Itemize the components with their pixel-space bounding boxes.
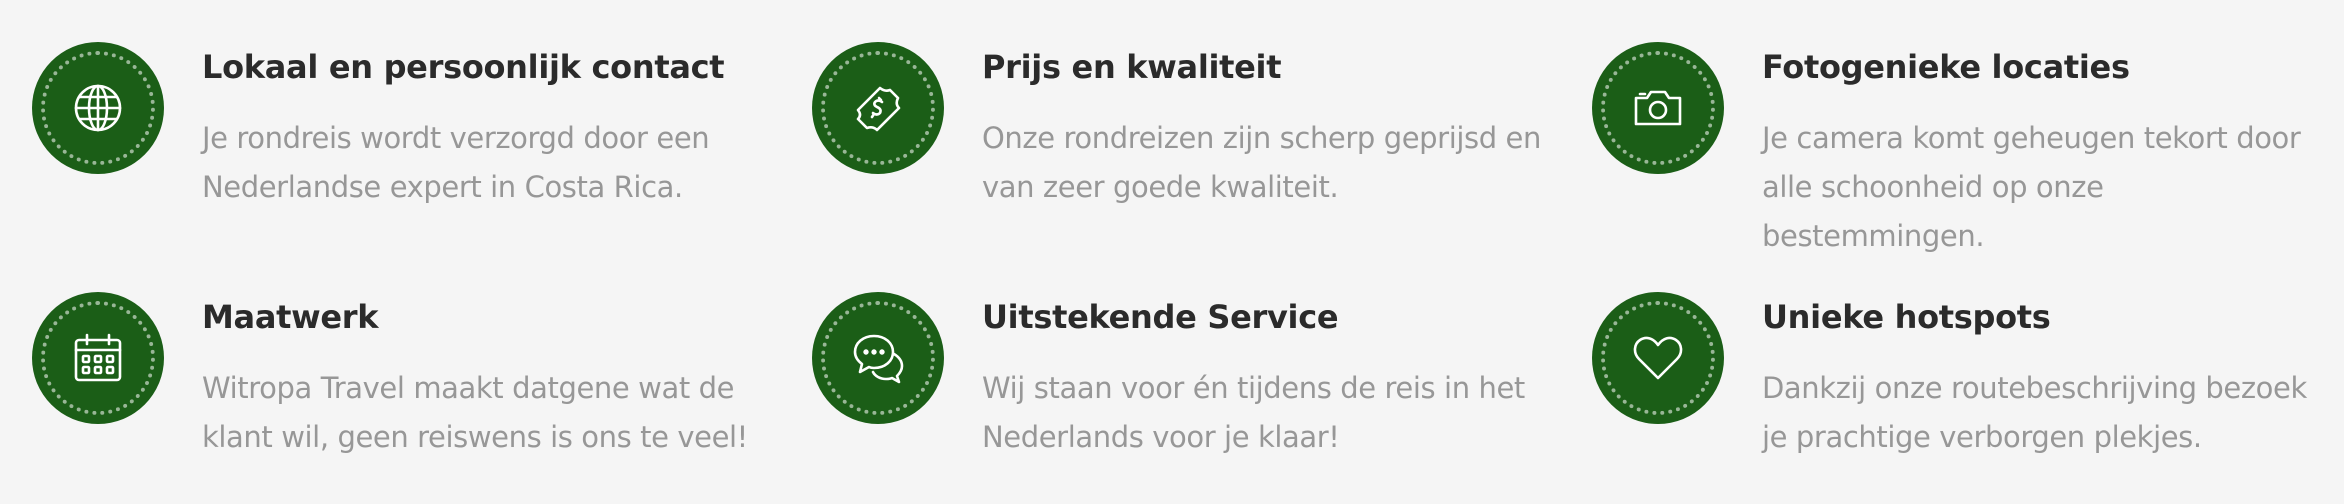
feature-description: Dankzij onze routebeschrijving bezoek je… xyxy=(1762,371,2307,454)
feature-description: Witropa Travel maakt datgene wat de klan… xyxy=(202,371,748,454)
globe-icon xyxy=(74,84,122,132)
icon-badge xyxy=(812,42,944,174)
feature-custom-made: Maatwerk Witropa Travel maakt datgene wa… xyxy=(0,250,780,504)
features-grid: Lokaal en persoonlijk contact Je rondrei… xyxy=(0,0,2344,504)
feature-title: Fotogenieke locaties xyxy=(1762,48,2130,86)
feature-description: Je camera komt geheugen tekort door alle… xyxy=(1762,121,2301,253)
icon-badge xyxy=(1592,42,1724,174)
feature-description: Wij staan voor én tijdens de reis in het… xyxy=(982,371,1525,454)
calendar-icon xyxy=(74,333,122,382)
feature-title: Uitstekende Service xyxy=(982,298,1339,336)
feature-title: Maatwerk xyxy=(202,298,379,336)
icon-badge xyxy=(1592,292,1724,424)
feature-title: Lokaal en persoonlijk contact xyxy=(202,48,725,86)
feature-description: Onze rondreizen zijn scherp geprijsd en … xyxy=(982,121,1541,204)
feature-title: Prijs en kwaliteit xyxy=(982,48,1282,86)
feature-price-quality: Prijs en kwaliteit Onze rondreizen zijn … xyxy=(780,0,1560,250)
heart-icon xyxy=(1633,336,1683,380)
icon-badge xyxy=(32,42,164,174)
chat-icon xyxy=(853,334,904,384)
money-icon xyxy=(856,86,901,132)
camera-icon xyxy=(1634,90,1682,126)
icon-badge xyxy=(812,292,944,424)
feature-description: Je rondreis wordt verzorgd door een Nede… xyxy=(202,121,710,204)
feature-local-contact: Lokaal en persoonlijk contact Je rondrei… xyxy=(0,0,780,250)
feature-photogenic-locations: Fotogenieke locaties Je camera komt gehe… xyxy=(1560,0,2344,253)
feature-unique-hotspots: Unieke hotspots Dankzij onze routebeschr… xyxy=(1560,250,2344,504)
icon-badge xyxy=(32,292,164,424)
feature-title: Unieke hotspots xyxy=(1762,298,2051,336)
feature-excellent-service: Uitstekende Service Wij staan voor én ti… xyxy=(780,250,1560,504)
